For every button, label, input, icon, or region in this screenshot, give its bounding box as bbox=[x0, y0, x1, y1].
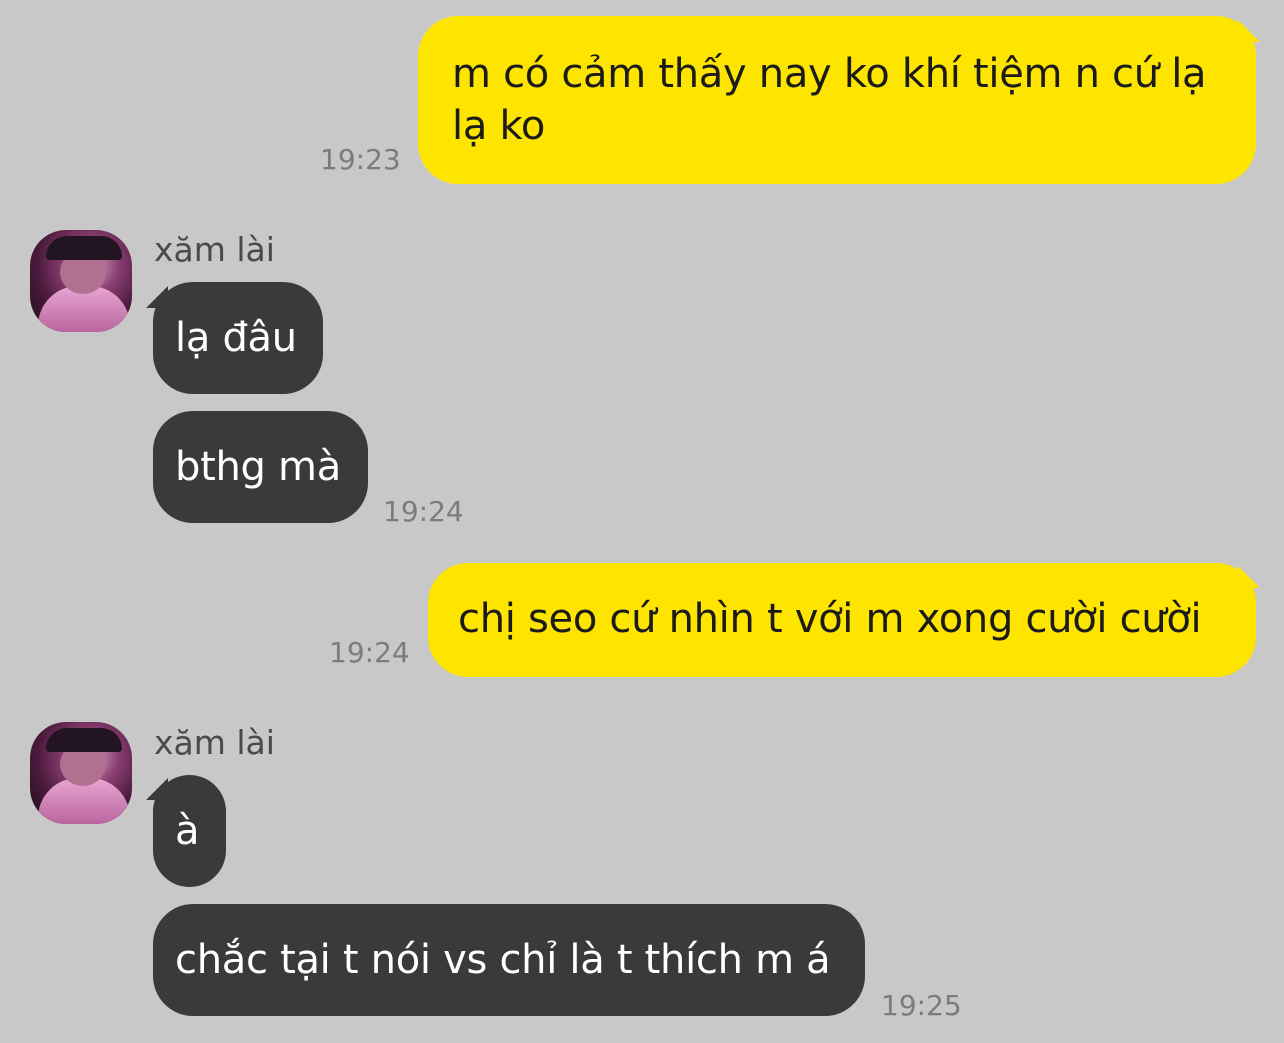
avatar[interactable] bbox=[30, 722, 132, 824]
outgoing-message-bubble[interactable]: m có cảm thấy nay ko khí tiệm n cứ lạ lạ… bbox=[418, 16, 1256, 184]
message-text: chị seo cứ nhìn t với m xong cười cười bbox=[458, 596, 1202, 642]
avatar[interactable] bbox=[30, 230, 132, 332]
sender-name: xăm lài bbox=[154, 230, 275, 269]
message-timestamp: 19:23 bbox=[320, 143, 401, 176]
message-timestamp: 19:25 bbox=[881, 989, 962, 1022]
message-text: à bbox=[175, 808, 200, 854]
incoming-message-bubble[interactable]: chắc tại t nói vs chỉ là t thích m á bbox=[153, 904, 865, 1016]
outgoing-message-bubble[interactable]: chị seo cứ nhìn t với m xong cười cười bbox=[428, 563, 1256, 677]
sender-name: xăm lài bbox=[154, 723, 275, 762]
incoming-message-bubble[interactable]: à bbox=[153, 775, 226, 887]
message-text: m có cảm thấy nay ko khí tiệm n cứ lạ lạ… bbox=[452, 51, 1207, 149]
message-text: lạ đâu bbox=[175, 315, 297, 361]
message-timestamp: 19:24 bbox=[329, 636, 410, 669]
incoming-message-bubble[interactable]: lạ đâu bbox=[153, 282, 323, 394]
message-text: chắc tại t nói vs chỉ là t thích m á bbox=[175, 937, 831, 983]
message-timestamp: 19:24 bbox=[383, 495, 464, 528]
message-text: bthg mà bbox=[175, 444, 341, 490]
incoming-message-bubble[interactable]: bthg mà bbox=[153, 411, 368, 523]
